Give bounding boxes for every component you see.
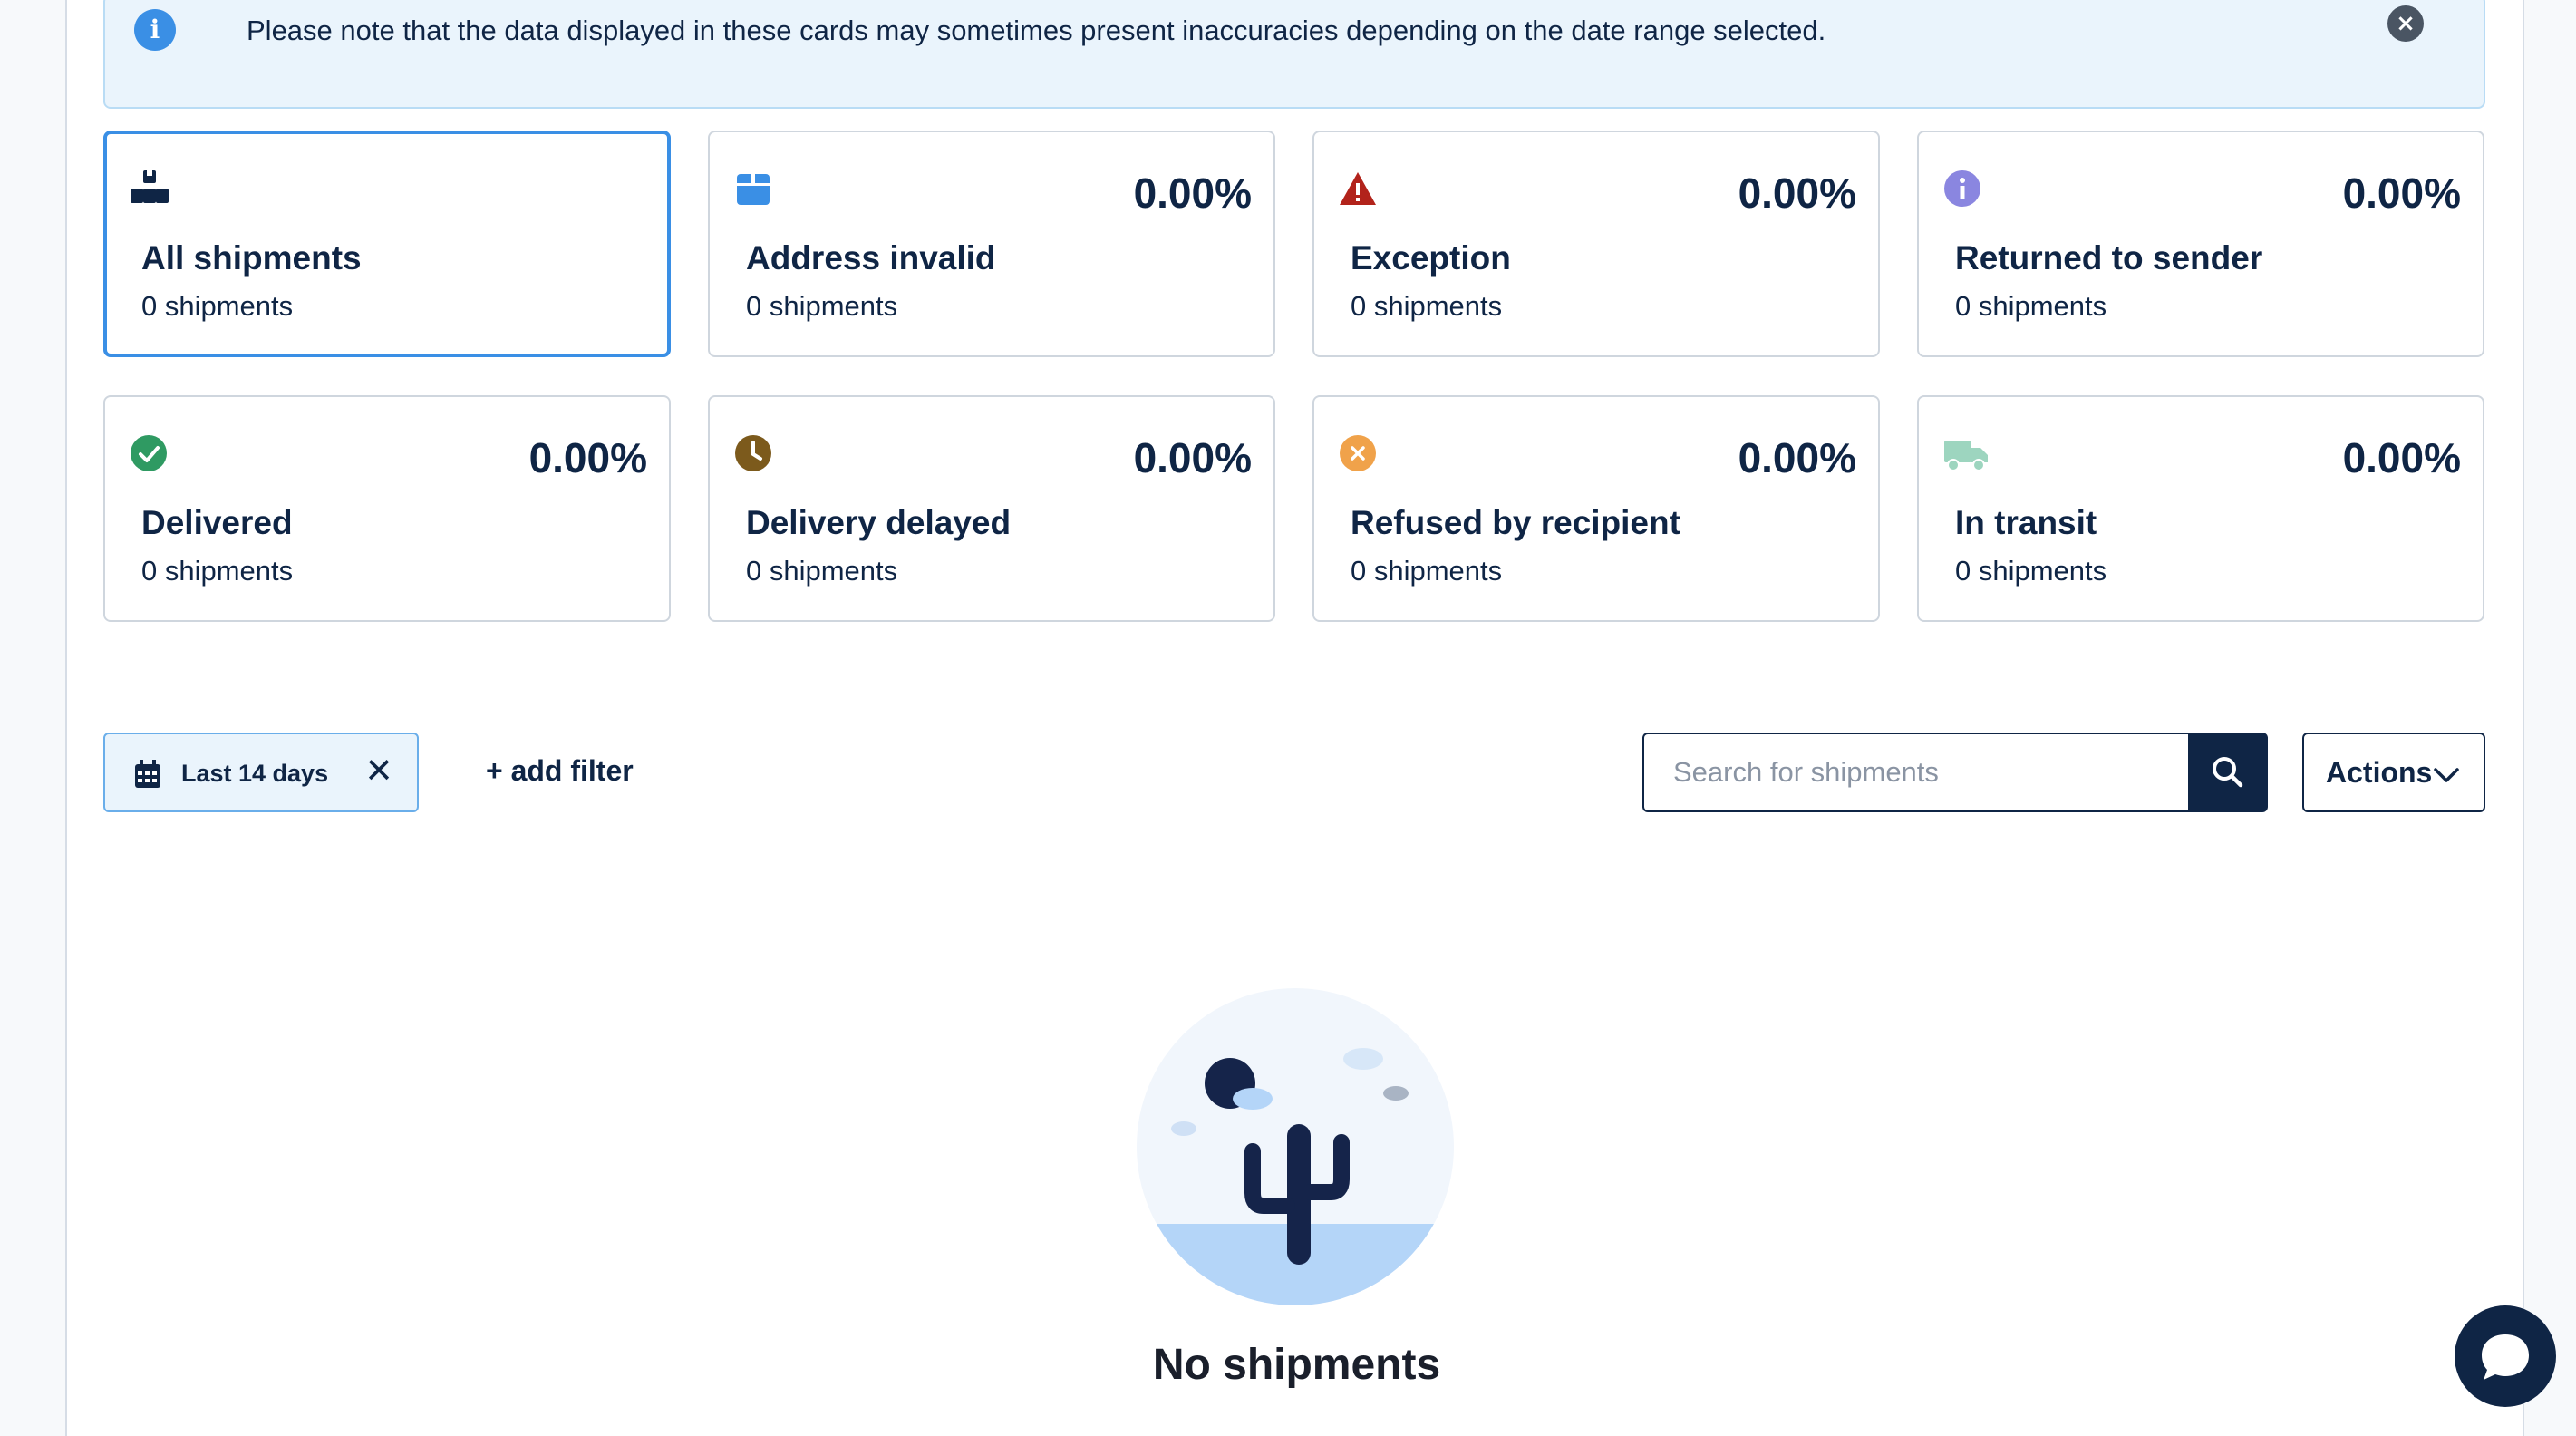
card-title: All shipments [141, 239, 362, 277]
chat-launcher-button[interactable] [2455, 1305, 2556, 1407]
calendar-icon [135, 760, 160, 788]
warning-icon [1340, 172, 1376, 205]
card-all-shipments[interactable]: All shipments 0 shipments [103, 131, 671, 357]
add-filter-button[interactable]: + add filter [486, 754, 634, 788]
card-title: Returned to sender [1955, 239, 2263, 277]
info-icon [1944, 170, 1980, 207]
card-title: Exception [1351, 239, 1511, 277]
card-percent: 0.00% [1133, 170, 1252, 217]
date-range-filter-chip[interactable]: Last 14 days ✕ [103, 733, 419, 812]
card-title: Address invalid [746, 239, 996, 277]
card-title: Delivery delayed [746, 504, 1012, 541]
card-returned-to-sender[interactable]: 0.00% Returned to sender 0 shipments [1917, 131, 2484, 357]
card-percent: 0.00% [1738, 170, 1856, 217]
card-delivered[interactable]: 0.00% Delivered 0 shipments [103, 395, 671, 622]
card-address-invalid[interactable]: 0.00% Address invalid 0 shipments [708, 131, 1275, 357]
remove-filter-icon[interactable]: ✕ [364, 751, 393, 791]
actions-label: Actions [2326, 756, 2433, 789]
card-title: Delivered [141, 504, 293, 541]
truck-icon [1944, 441, 1988, 471]
search-input[interactable] [1642, 733, 2190, 812]
card-percent: 0.00% [1738, 434, 1856, 481]
card-count: 0 shipments [746, 290, 898, 322]
card-percent: 0.00% [2342, 170, 2461, 217]
info-icon: i [134, 9, 176, 51]
search-icon [2213, 757, 2243, 788]
card-delivery-delayed[interactable]: 0.00% Delivery delayed 0 shipments [708, 395, 1275, 622]
card-count: 0 shipments [1955, 290, 2107, 322]
chat-bubble-icon [2482, 1334, 2529, 1380]
card-count: 0 shipments [1351, 555, 1503, 587]
main-panel: i Please note that the data displayed in… [65, 0, 2524, 1436]
check-circle-icon [131, 435, 167, 471]
card-count: 0 shipments [746, 555, 898, 587]
card-in-transit[interactable]: 0.00% In transit 0 shipments [1917, 395, 2484, 622]
x-circle-icon [1340, 435, 1376, 471]
actions-dropdown-button[interactable]: Actions [2302, 733, 2485, 812]
card-percent: 0.00% [528, 434, 647, 481]
card-count: 0 shipments [1955, 555, 2107, 587]
card-percent: 0.00% [1133, 434, 1252, 481]
desert-cactus-illustration [1137, 988, 1454, 1305]
card-count: 0 shipments [141, 290, 294, 322]
date-chip-label: Last 14 days [181, 760, 329, 787]
card-title: In transit [1955, 504, 2097, 541]
card-percent: 0.00% [2342, 434, 2461, 481]
card-count: 0 shipments [141, 555, 294, 587]
boxes-icon [131, 170, 169, 203]
search-button[interactable] [2188, 733, 2268, 812]
package-icon [737, 174, 770, 205]
notice-text: Please note that the data displayed in t… [247, 15, 1826, 46]
info-notice: i Please note that the data displayed in… [103, 0, 2485, 109]
card-refused-by-recipient[interactable]: 0.00% Refused by recipient 0 shipments [1312, 395, 1880, 622]
close-icon[interactable]: × [2387, 5, 2424, 42]
clock-icon [735, 435, 771, 471]
chevron-down-icon [2434, 768, 2459, 782]
card-exception[interactable]: 0.00% Exception 0 shipments [1312, 131, 1880, 357]
card-count: 0 shipments [1351, 290, 1503, 322]
card-title: Refused by recipient [1351, 504, 1680, 541]
empty-state-title: No shipments [1152, 1341, 1441, 1389]
